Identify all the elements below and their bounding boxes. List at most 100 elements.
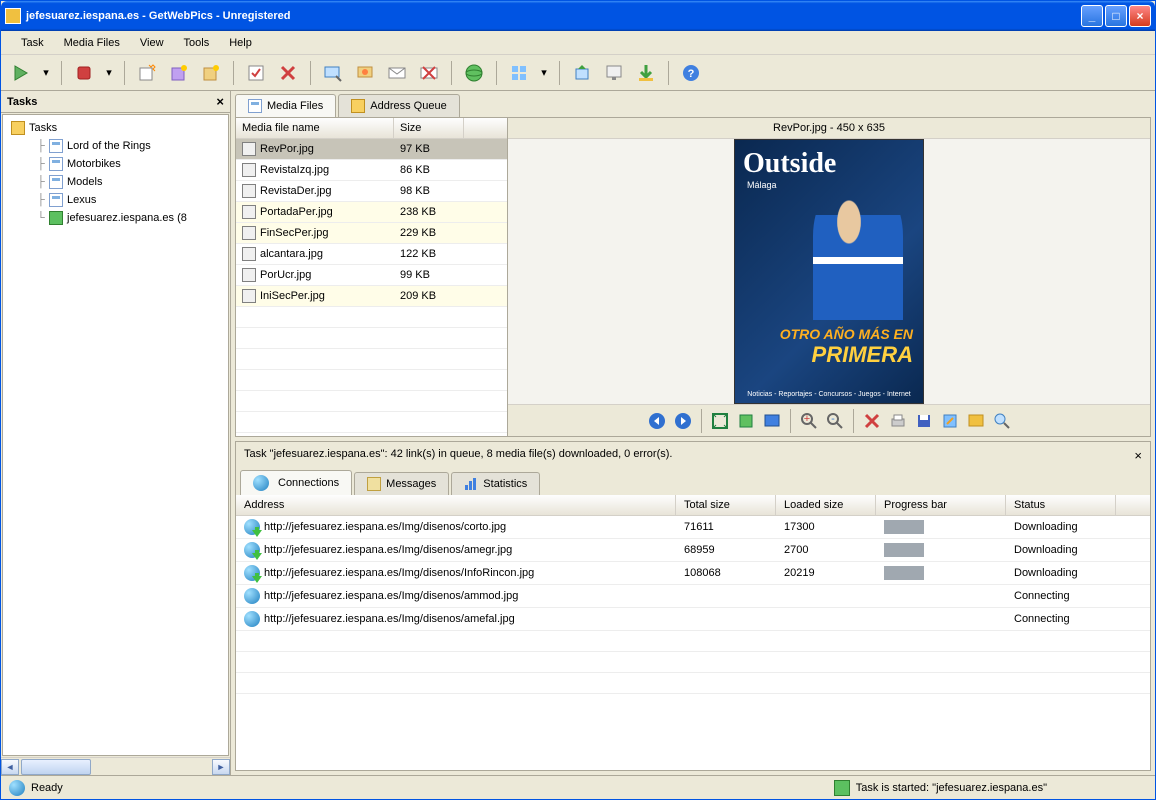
col-size[interactable]: Size [394,118,464,138]
file-row[interactable]: alcantara.jpg122 KB [236,244,507,265]
file-icon [242,205,256,219]
menubar: Task Media Files View Tools Help [1,31,1155,55]
file-row[interactable]: PorUcr.jpg99 KB [236,265,507,286]
scroll-thumb[interactable] [21,759,91,775]
zoom-out-button[interactable]: - [823,409,847,433]
preview-image: Outside Málaga OTRO AÑO MÁS EN PRIMERA N… [508,139,1150,404]
connection-row[interactable]: http://jefesuarez.iespana.es/Img/disenos… [236,516,1150,539]
file-row[interactable]: PortadaPer.jpg238 KB [236,202,507,223]
file-icon [242,184,256,198]
check-button[interactable] [242,59,270,87]
empty-row [236,307,507,328]
actual-size-button[interactable] [734,409,758,433]
tasks-tree[interactable]: Tasks ├Lord of the Rings├Motorbikes├Mode… [2,114,229,756]
stop-dropdown[interactable]: ▾ [102,59,116,87]
block-button[interactable] [415,59,443,87]
mail-button[interactable] [383,59,411,87]
tree-item[interactable]: ├Motorbikes [7,155,224,173]
delete-image-button[interactable] [860,409,884,433]
menu-view[interactable]: View [130,34,174,52]
print-button[interactable] [886,409,910,433]
progress-bar [884,566,924,580]
search-image-button[interactable] [990,409,1014,433]
file-icon [242,142,256,156]
tab-statistics[interactable]: Statistics [451,472,540,495]
screen-button[interactable] [600,59,628,87]
wallpaper-button[interactable] [964,409,988,433]
tree-root[interactable]: Tasks [7,119,224,137]
new-picture-task-button[interactable] [197,59,225,87]
globe-icon [244,588,260,604]
close-button[interactable]: × [1129,5,1151,27]
col-total-size[interactable]: Total size [676,495,776,515]
task-status-bar: Task "jefesuarez.iespana.es": 42 link(s)… [236,442,1150,469]
col-progress[interactable]: Progress bar [876,495,1006,515]
play-button[interactable] [7,59,35,87]
messages-icon [367,477,381,491]
tree-item[interactable]: ├Lexus [7,191,224,209]
sidebar-scrollbar[interactable]: ◄ ► [1,757,230,775]
filter-button[interactable] [351,59,379,87]
file-row[interactable]: RevistaIzq.jpg86 KB [236,160,507,181]
media-file-list: Media file name Size RevPor.jpg97 KBRevi… [236,118,508,436]
layout-button[interactable] [505,59,533,87]
col-address[interactable]: Address [236,495,676,515]
tree-item[interactable]: ├Models [7,173,224,191]
file-icon [242,226,256,240]
col-loaded-size[interactable]: Loaded size [776,495,876,515]
connection-row[interactable]: http://jefesuarez.iespana.es/Img/disenos… [236,608,1150,631]
connection-row[interactable]: http://jefesuarez.iespana.es/Img/disenos… [236,585,1150,608]
save-button[interactable] [912,409,936,433]
file-row[interactable]: IniSecPer.jpg209 KB [236,286,507,307]
magazine-cover: Outside Málaga OTRO AÑO MÁS EN PRIMERA N… [734,139,924,404]
layout-dropdown[interactable]: ▾ [537,59,551,87]
scroll-right-icon[interactable]: ► [212,759,230,775]
menu-media-files[interactable]: Media Files [54,34,130,52]
task-status-text: Task "jefesuarez.iespana.es": 42 link(s)… [244,448,672,463]
scroll-left-icon[interactable]: ◄ [1,759,19,775]
menu-tools[interactable]: Tools [174,34,220,52]
empty-row [236,412,507,433]
connection-row[interactable]: http://jefesuarez.iespana.es/Img/disenos… [236,562,1150,585]
file-row[interactable]: RevPor.jpg97 KB [236,139,507,160]
help-button[interactable]: ? [677,59,705,87]
world-button[interactable] [460,59,488,87]
browse-button[interactable] [319,59,347,87]
fit-button[interactable] [708,409,732,433]
task-status-close-icon[interactable]: × [1134,448,1142,463]
col-media-name[interactable]: Media file name [236,118,394,138]
empty-row [236,391,507,412]
col-status[interactable]: Status [1006,495,1116,515]
zoom-in-button[interactable]: + [797,409,821,433]
tab-messages[interactable]: Messages [354,472,449,495]
menu-task[interactable]: Task [11,34,54,52]
tree-item[interactable]: └jefesuarez.iespana.es (8 [7,209,224,227]
file-row[interactable]: RevistaDer.jpg98 KB [236,181,507,202]
tab-connections[interactable]: Connections [240,470,352,495]
tree-item[interactable]: ├Lord of the Rings [7,137,224,155]
delete-button[interactable] [274,59,302,87]
stop-button[interactable] [70,59,98,87]
file-row[interactable]: FinSecPer.jpg229 KB [236,223,507,244]
export-button[interactable] [568,59,596,87]
menu-help[interactable]: Help [219,34,262,52]
queue-icon [351,99,365,113]
maximize-button[interactable]: □ [1105,5,1127,27]
tab-address-queue[interactable]: Address Queue [338,94,459,117]
statistics-icon [464,477,478,491]
connection-row[interactable]: http://jefesuarez.iespana.es/Img/disenos… [236,539,1150,562]
tasks-panel-close-icon[interactable]: × [216,94,224,109]
minimize-button[interactable]: _ [1081,5,1103,27]
globe-icon [244,611,260,627]
tab-media-files[interactable]: Media Files [235,94,336,117]
download-icon [244,565,260,581]
fullscreen-button[interactable] [760,409,784,433]
play-dropdown[interactable]: ▾ [39,59,53,87]
edit-button[interactable] [938,409,962,433]
prev-button[interactable] [645,409,669,433]
new-task-wizard-button[interactable] [165,59,193,87]
download-button[interactable] [632,59,660,87]
new-task-button[interactable] [133,59,161,87]
titlebar[interactable]: jefesuarez.iespana.es - GetWebPics - Unr… [1,1,1155,31]
next-button[interactable] [671,409,695,433]
